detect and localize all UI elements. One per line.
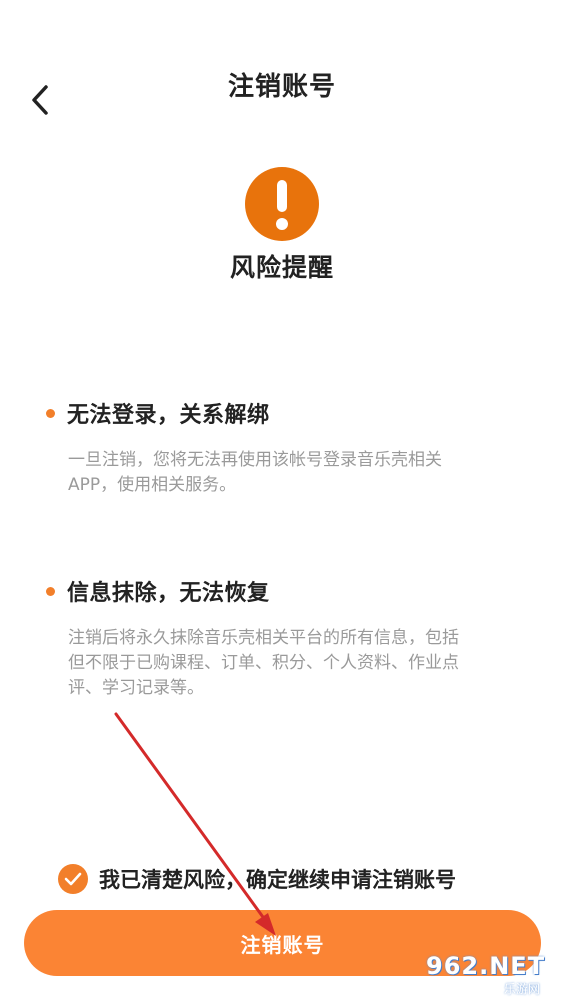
bullet-dot: [46, 586, 55, 596]
annotation-arrow: [114, 712, 276, 936]
section-description: 一旦注销，您将无法再使用该帐号登录音乐壳相关 APP，使用相关服务。: [68, 448, 516, 498]
agreement-text: 我已清楚风险，确定继续申请注销账号: [99, 868, 456, 892]
section-description: 注销后将永久抹除音乐壳相关平台的所有信息，包括 但不限于已购课程、订单、积分、个…: [68, 626, 516, 701]
exclamation-circle-icon: [245, 167, 319, 241]
page-title: 注销账号: [227, 72, 336, 102]
info-section-login: 无法登录，关系解绑 一旦注销，您将无法再使用该帐号登录音乐壳相关 APP，使用相…: [46, 396, 516, 498]
description-line: 评、学习记录等。: [68, 678, 204, 698]
section-heading: 无法登录，关系解绑: [67, 403, 270, 428]
warning-title: 风险提醒: [229, 253, 334, 282]
checkbox-checked[interactable]: [58, 864, 88, 894]
watermark-subtitle: 乐游网: [504, 982, 541, 996]
watermark-logo: 962.NET: [426, 952, 546, 980]
agreement-checkbox[interactable]: 我已清楚风险，确定继续申请注销账号: [58, 864, 456, 894]
watermark: 962.NET 乐游网: [424, 952, 558, 998]
bullet-dot: [46, 408, 55, 418]
description-line: 注销后将永久抹除音乐壳相关平台的所有信息，包括: [68, 628, 459, 648]
info-section-data: 信息抹除，无法恢复 注销后将永久抹除音乐壳相关平台的所有信息，包括 但不限于已购…: [46, 574, 516, 701]
description-line: APP，使用相关服务。: [68, 475, 237, 495]
description-line: 但不限于已购课程、订单、积分、个人资料、作业点: [68, 653, 459, 673]
checkmark-icon: [64, 872, 82, 886]
description-line: 一旦注销，您将无法再使用该帐号登录音乐壳相关: [68, 450, 442, 470]
section-heading: 信息抹除，无法恢复: [67, 581, 270, 606]
